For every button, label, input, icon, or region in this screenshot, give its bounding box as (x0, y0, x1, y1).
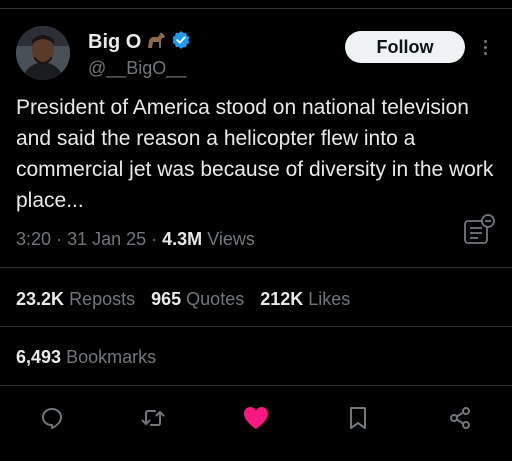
tweet-date[interactable]: 31 Jan 25 (67, 229, 146, 249)
action-bar (0, 398, 512, 438)
verified-badge-icon (171, 30, 191, 55)
tweet-text: President of America stood on national t… (16, 96, 494, 212)
engagement-stats: 23.2K Reposts 965 Quotes 212K Likes (16, 289, 350, 310)
more-options-icon[interactable] (478, 34, 492, 60)
quotes-stat[interactable]: 965 Quotes (151, 289, 244, 310)
author-name-row[interactable]: Big O (88, 30, 191, 55)
views-label: Views (207, 229, 255, 249)
meta-separator: · (56, 229, 68, 249)
views-count: 4.3M (162, 229, 203, 249)
bookmarks-stat[interactable]: 6,493 Bookmarks (16, 347, 156, 368)
likes-count: 212K (260, 289, 304, 309)
likes-label: Likes (308, 289, 351, 309)
stats-divider (0, 326, 512, 327)
bookmark-icon[interactable] (344, 404, 372, 432)
bookmarks-divider (0, 385, 512, 386)
quotes-label: Quotes (186, 289, 245, 309)
repost-icon[interactable] (139, 404, 167, 432)
bookmarks-count: 6,493 (16, 347, 62, 367)
reposts-label: Reposts (69, 289, 136, 309)
reply-icon[interactable] (38, 404, 66, 432)
meta-separator: · (151, 229, 163, 249)
tweet-time[interactable]: 3:20 (16, 229, 51, 249)
meta-divider (0, 267, 512, 268)
avatar[interactable] (16, 26, 70, 80)
top-divider (0, 8, 512, 9)
horse-icon (145, 30, 167, 55)
tweet-meta: 3:20 · 31 Jan 25 · 4.3M Views (16, 229, 255, 250)
like-icon[interactable] (242, 404, 270, 432)
quotes-count: 965 (151, 289, 182, 309)
share-icon[interactable] (446, 404, 474, 432)
likes-stat[interactable]: 212K Likes (260, 289, 350, 310)
reposts-count: 23.2K (16, 289, 65, 309)
grok-explain-icon[interactable] (462, 214, 496, 246)
author-handle[interactable]: @__BigO__ (88, 58, 186, 79)
follow-button[interactable]: Follow (345, 31, 465, 63)
bookmarks-label: Bookmarks (66, 347, 157, 367)
reposts-stat[interactable]: 23.2K Reposts (16, 289, 135, 310)
display-name[interactable]: Big O (88, 31, 141, 54)
avatar-photo (16, 26, 70, 80)
